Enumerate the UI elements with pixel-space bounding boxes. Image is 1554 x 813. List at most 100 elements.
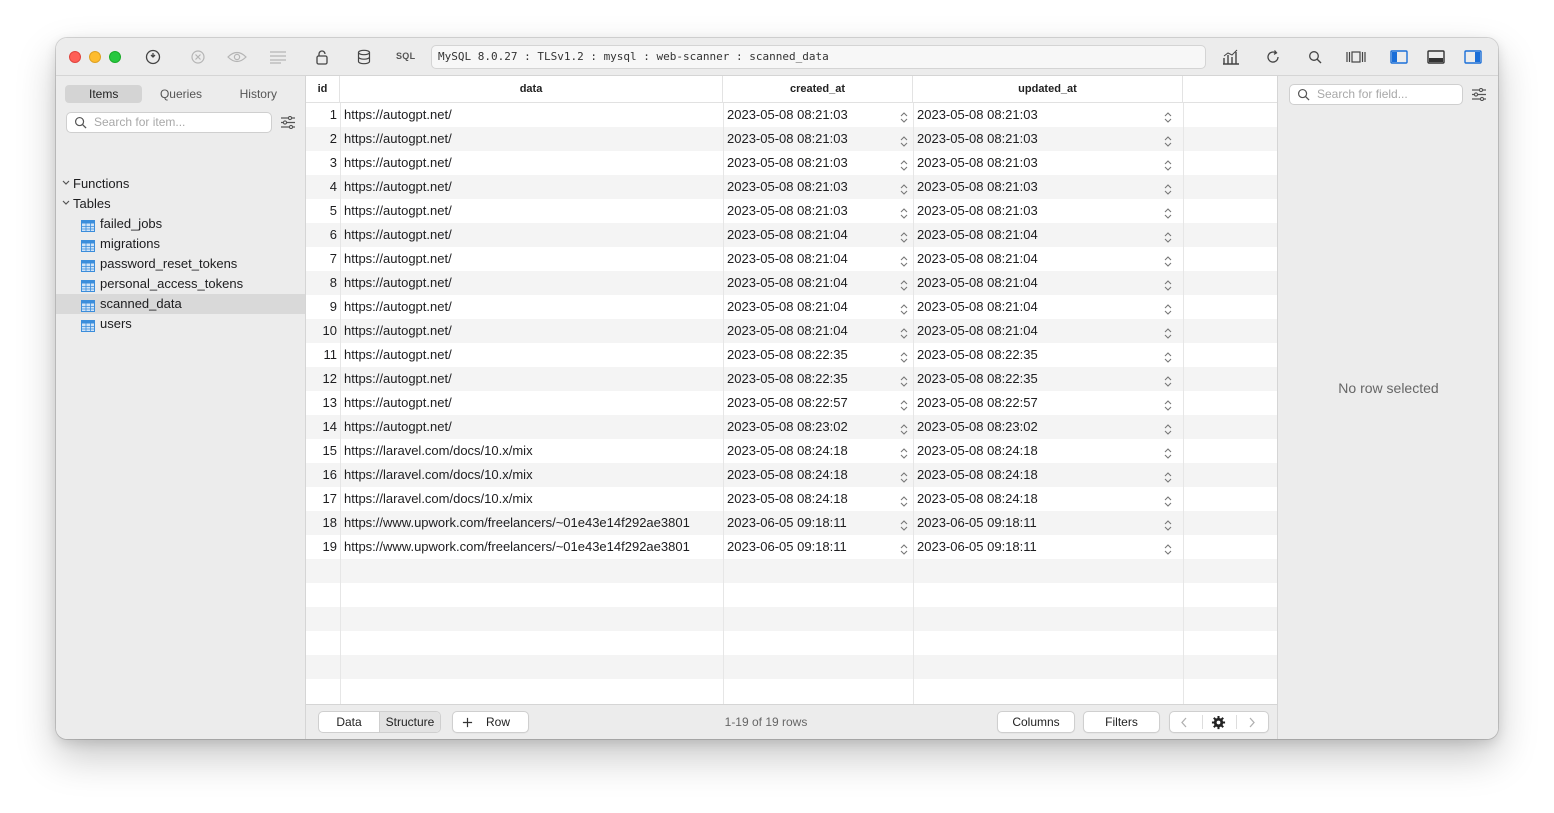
cell-data[interactable]: https://autogpt.net/ <box>344 271 722 295</box>
cell-id[interactable]: 11 <box>306 343 340 367</box>
cell-id[interactable]: 9 <box>306 295 340 319</box>
cell-data[interactable]: https://laravel.com/docs/10.x/mix <box>344 487 722 511</box>
cell-created-at[interactable]: 2023-05-08 08:24:18 <box>727 439 897 463</box>
cell-id[interactable]: 13 <box>306 391 340 415</box>
table-row[interactable]: 19 https://www.upwork.com/freelancers/~01… <box>306 535 1277 559</box>
columns-button[interactable]: Columns <box>997 711 1075 733</box>
filters-button[interactable]: Filters <box>1083 711 1160 733</box>
connection-power-icon[interactable] <box>143 47 163 67</box>
cell-updated-at[interactable]: 2023-05-08 08:21:03 <box>917 103 1167 127</box>
cell-updated-at[interactable]: 2023-05-08 08:21:03 <box>917 199 1167 223</box>
cell-id[interactable]: 7 <box>306 247 340 271</box>
cell-created-at[interactable]: 2023-05-08 08:21:03 <box>727 127 897 151</box>
column-header-created-at[interactable]: created_at <box>723 76 913 103</box>
cell-id[interactable]: 8 <box>306 271 340 295</box>
sidebar-item-scanned-data[interactable]: scanned_data <box>56 294 305 314</box>
cell-data[interactable]: https://www.upwork.com/freelancers/~01e4… <box>344 535 722 559</box>
cell-data[interactable]: https://autogpt.net/ <box>344 367 722 391</box>
lock-icon[interactable] <box>312 47 332 67</box>
cell-created-at[interactable]: 2023-05-08 08:21:03 <box>727 175 897 199</box>
format-lines-icon[interactable] <box>268 47 288 67</box>
minimize-window-button[interactable] <box>89 51 101 63</box>
tab-queries[interactable]: Queries <box>142 85 219 103</box>
cell-id[interactable]: 19 <box>306 535 340 559</box>
table-row[interactable]: 14 https://autogpt.net/2023-05-08 08:23:0… <box>306 415 1277 439</box>
field-search-input[interactable]: Search for field... <box>1289 84 1463 105</box>
cell-data[interactable]: https://autogpt.net/ <box>344 295 722 319</box>
cell-created-at[interactable]: 2023-05-08 08:22:57 <box>727 391 897 415</box>
cell-id[interactable]: 12 <box>306 367 340 391</box>
sidebar-item-failed-jobs[interactable]: failed_jobs <box>56 214 305 234</box>
filter-sliders-icon[interactable] <box>1471 87 1487 104</box>
cell-updated-at[interactable]: 2023-05-08 08:21:04 <box>917 319 1167 343</box>
sidebar-item-users[interactable]: users <box>56 314 305 334</box>
cell-created-at[interactable]: 2023-06-05 09:18:11 <box>727 511 897 535</box>
cell-data[interactable]: https://autogpt.net/ <box>344 103 722 127</box>
table-row[interactable]: 16 https://laravel.com/docs/10.x/mix 2023-… <box>306 463 1277 487</box>
cell-updated-at[interactable]: 2023-05-08 08:24:18 <box>917 439 1167 463</box>
cell-created-at[interactable]: 2023-05-08 08:23:02 <box>727 415 897 439</box>
toggle-bottom-panel-icon[interactable] <box>1426 47 1446 67</box>
table-row[interactable]: 3 https://autogpt.net/2023-05-08 08:21:03… <box>306 151 1277 175</box>
cell-created-at[interactable]: 2023-05-08 08:24:18 <box>727 487 897 511</box>
chevron-right-icon[interactable] <box>1248 717 1256 728</box>
tab-items[interactable]: Items <box>65 85 143 103</box>
cell-data[interactable]: https://autogpt.net/ <box>344 199 722 223</box>
column-header-updated-at[interactable]: updated_at <box>913 76 1183 103</box>
cell-data[interactable]: https://autogpt.net/ <box>344 127 722 151</box>
cell-id[interactable]: 2 <box>306 127 340 151</box>
refresh-icon[interactable] <box>1263 47 1283 67</box>
sidebar-item-password-reset-tokens[interactable]: password_reset_tokens <box>56 254 305 274</box>
cell-updated-at[interactable]: 2023-05-08 08:21:04 <box>917 295 1167 319</box>
chevron-left-icon[interactable] <box>1180 717 1188 728</box>
cell-id[interactable]: 3 <box>306 151 340 175</box>
search-icon[interactable] <box>1305 47 1325 67</box>
toggle-left-sidebar-icon[interactable] <box>1389 47 1409 67</box>
toggle-right-sidebar-icon[interactable] <box>1463 47 1483 67</box>
cell-updated-at[interactable]: 2023-05-08 08:21:04 <box>917 247 1167 271</box>
database-icon[interactable] <box>354 47 374 67</box>
cell-updated-at[interactable]: 2023-06-05 09:18:11 <box>917 511 1167 535</box>
gear-icon[interactable] <box>1211 715 1226 730</box>
cell-data[interactable]: https://autogpt.net/ <box>344 151 722 175</box>
cell-updated-at[interactable]: 2023-05-08 08:22:57 <box>917 391 1167 415</box>
cell-id[interactable]: 18 <box>306 511 340 535</box>
cell-id[interactable]: 10 <box>306 319 340 343</box>
cell-created-at[interactable]: 2023-05-08 08:21:03 <box>727 151 897 175</box>
table-row[interactable]: 11 https://autogpt.net/2023-05-08 08:22:3… <box>306 343 1277 367</box>
table-row[interactable]: 1 https://autogpt.net/2023-05-08 08:21:03… <box>306 103 1277 127</box>
cell-updated-at[interactable]: 2023-05-08 08:21:04 <box>917 271 1167 295</box>
cell-id[interactable]: 17 <box>306 487 340 511</box>
filter-sliders-icon[interactable] <box>280 115 296 132</box>
cell-data[interactable]: https://www.upwork.com/freelancers/~01e4… <box>344 511 722 535</box>
cell-updated-at[interactable]: 2023-05-08 08:21:03 <box>917 127 1167 151</box>
cell-updated-at[interactable]: 2023-06-05 09:18:11 <box>917 535 1167 559</box>
cell-data[interactable]: https://autogpt.net/ <box>344 175 722 199</box>
stop-query-icon[interactable] <box>188 47 208 67</box>
cell-updated-at[interactable]: 2023-05-08 08:22:35 <box>917 343 1167 367</box>
table-row[interactable]: 17 https://laravel.com/docs/10.x/mix 2023-… <box>306 487 1277 511</box>
metrics-chart-icon[interactable] <box>1221 47 1241 67</box>
table-row[interactable]: 10 https://autogpt.net/2023-05-08 08:21:0… <box>306 319 1277 343</box>
cell-created-at[interactable]: 2023-05-08 08:22:35 <box>727 367 897 391</box>
cell-data[interactable]: https://autogpt.net/ <box>344 391 722 415</box>
cell-created-at[interactable]: 2023-05-08 08:21:04 <box>727 247 897 271</box>
cell-updated-at[interactable]: 2023-05-08 08:21:03 <box>917 151 1167 175</box>
close-window-button[interactable] <box>69 51 81 63</box>
tree-group-tables[interactable]: Tables <box>56 194 305 214</box>
sql-editor-button[interactable]: SQL <box>396 51 415 61</box>
structure-tab[interactable]: Structure <box>379 712 440 732</box>
cell-data[interactable]: https://autogpt.net/ <box>344 319 722 343</box>
cell-updated-at[interactable]: 2023-05-08 08:21:04 <box>917 223 1167 247</box>
table-row[interactable]: 5 https://autogpt.net/2023-05-08 08:21:03… <box>306 199 1277 223</box>
table-row[interactable]: 6 https://autogpt.net/2023-05-08 08:21:04… <box>306 223 1277 247</box>
cell-id[interactable]: 16 <box>306 463 340 487</box>
cell-updated-at[interactable]: 2023-05-08 08:24:18 <box>917 463 1167 487</box>
cell-created-at[interactable]: 2023-05-08 08:21:04 <box>727 223 897 247</box>
cell-id[interactable]: 5 <box>306 199 340 223</box>
cell-data[interactable]: https://autogpt.net/ <box>344 223 722 247</box>
table-row[interactable]: 13 https://autogpt.net/2023-05-08 08:22:5… <box>306 391 1277 415</box>
cell-created-at[interactable]: 2023-05-08 08:21:04 <box>727 319 897 343</box>
table-row[interactable]: 9 https://autogpt.net/2023-05-08 08:21:04… <box>306 295 1277 319</box>
table-row[interactable]: 15 https://laravel.com/docs/10.x/mix 2023-… <box>306 439 1277 463</box>
